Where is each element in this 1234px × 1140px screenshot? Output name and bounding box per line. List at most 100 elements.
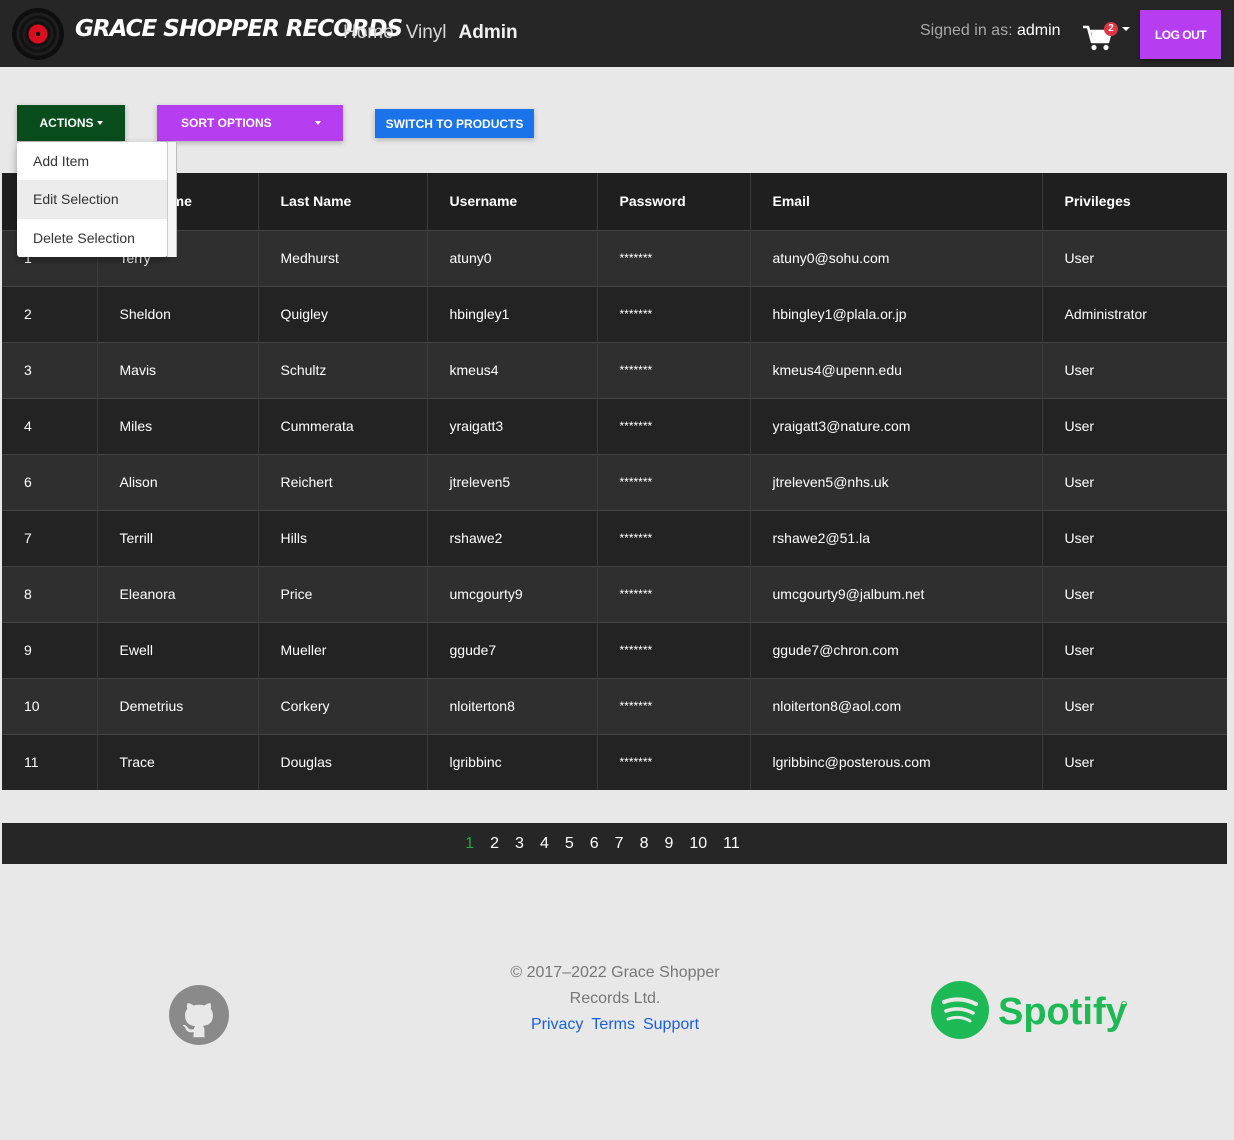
- cell-privileges: User: [1064, 474, 1095, 490]
- spotify-logo-icon[interactable]: Spotify: [930, 980, 1130, 1040]
- table-row[interactable]: 4 Miles Cummerata yraigatt3 ******* yrai…: [2, 398, 1227, 454]
- cell-last-name: Price: [258, 566, 428, 622]
- cell-email: yraigatt3@nature.com: [750, 398, 1043, 454]
- cart-dropdown-caret-icon[interactable]: [1122, 27, 1130, 31]
- cell-id: 3: [2, 342, 98, 398]
- sort-options-dropdown-button[interactable]: SORT OPTIONS: [157, 105, 343, 141]
- footer-link-privacy[interactable]: Privacy: [531, 1016, 583, 1034]
- cell-privileges: User: [1064, 530, 1095, 546]
- table-row[interactable]: 2 Sheldon Quigley hbingley1 ******* hbin…: [2, 286, 1227, 342]
- signed-in-label: Signed in as:: [920, 22, 1017, 39]
- nav-link-home[interactable]: Home: [343, 22, 394, 44]
- column-header-username[interactable]: Username: [427, 173, 598, 230]
- page-link[interactable]: 9: [661, 835, 676, 853]
- footer-link-support[interactable]: Support: [643, 1016, 699, 1034]
- table-row[interactable]: 10 Demetrius Corkery nloiterton8 *******…: [2, 678, 1227, 734]
- page-link[interactable]: 5: [562, 835, 577, 853]
- signed-in-username: admin: [1016, 22, 1061, 39]
- cell-privileges: User: [1064, 362, 1095, 378]
- page-link[interactable]: 7: [612, 835, 627, 853]
- cell-username: hbingley1: [427, 286, 598, 342]
- page-link[interactable]: 10: [686, 835, 710, 853]
- switch-to-products-button[interactable]: SWITCH TO PRODUCTS: [375, 109, 534, 138]
- page-link[interactable]: 2: [487, 835, 502, 853]
- logout-button[interactable]: LOG OUT: [1140, 10, 1221, 59]
- cell-id: 4: [2, 398, 98, 454]
- table-row[interactable]: 8 Eleanora Price umcgourty9 ******* umcg…: [2, 566, 1227, 622]
- cell-username: ggude7: [427, 622, 598, 678]
- pagination-bar: 1 2 3 4 5 6 7 8 9 10 11: [2, 823, 1227, 864]
- cell-password: *******: [597, 566, 751, 622]
- cell-username: jtreleven5: [427, 454, 598, 510]
- cell-first-name: Terrill: [97, 510, 259, 566]
- cell-username: nloiterton8: [427, 678, 598, 734]
- table-row[interactable]: 1 Terry Medhurst atuny0 ******* atuny0@s…: [2, 230, 1227, 286]
- column-header-email[interactable]: Email: [750, 173, 1043, 230]
- cell-password: *******: [597, 454, 751, 510]
- cell-email: jtreleven5@nhs.uk: [750, 454, 1043, 510]
- cell-id: 9: [2, 622, 98, 678]
- actions-dropdown-menu: Add Item Edit Selection Delete Selection: [17, 142, 168, 257]
- page-link[interactable]: 4: [537, 835, 552, 853]
- top-navbar: GRACE SHOPPER RECORDS Home Vinyl Admin S…: [0, 0, 1234, 67]
- cell-last-name: Quigley: [258, 286, 428, 342]
- github-icon[interactable]: [168, 984, 230, 1046]
- users-table-container: First Name Last Name Username Password E…: [2, 173, 1227, 790]
- nav-link-vinyl[interactable]: Vinyl: [406, 22, 447, 44]
- menu-item-edit-selection[interactable]: Edit Selection: [17, 180, 168, 219]
- nav-link-admin[interactable]: Admin: [459, 22, 518, 44]
- cell-privileges: User: [1064, 642, 1095, 658]
- dropdown-scrollbar[interactable]: [167, 142, 177, 257]
- cell-first-name: Eleanora: [97, 566, 259, 622]
- cell-username: atuny0: [427, 230, 598, 286]
- cell-password: *******: [597, 622, 751, 678]
- table-row[interactable]: 11 Trace Douglas lgribbinc ******* lgrib…: [2, 734, 1227, 790]
- table-row[interactable]: 7 Terrill Hills rshawe2 ******* rshawe2@…: [2, 510, 1227, 566]
- cell-last-name: Medhurst: [258, 230, 428, 286]
- table-row[interactable]: 6 Alison Reichert jtreleven5 ******* jtr…: [2, 454, 1227, 510]
- cell-first-name: Sheldon: [97, 286, 259, 342]
- cell-email: rshawe2@51.la: [750, 510, 1043, 566]
- cell-email: lgribbinc@posterous.com: [750, 734, 1043, 790]
- actions-label: ACTIONS: [39, 116, 94, 130]
- cell-email: nloiterton8@aol.com: [750, 678, 1043, 734]
- table-row[interactable]: 3 Mavis Schultz kmeus4 ******* kmeus4@up…: [2, 342, 1227, 398]
- sort-options-label: SORT OPTIONS: [181, 116, 272, 130]
- signed-in-status: Signed in as: admin: [920, 22, 1061, 40]
- cell-privileges: User: [1064, 698, 1095, 714]
- menu-item-add-item[interactable]: Add Item: [17, 142, 168, 180]
- cell-email: ggude7@chron.com: [750, 622, 1043, 678]
- page-link[interactable]: 6: [587, 835, 602, 853]
- table-row[interactable]: 9 Ewell Mueller ggude7 ******* ggude7@ch…: [2, 622, 1227, 678]
- cell-email: kmeus4@upenn.edu: [750, 342, 1043, 398]
- cell-first-name: Trace: [97, 734, 259, 790]
- page-link[interactable]: 11: [720, 835, 743, 853]
- menu-item-delete-selection[interactable]: Delete Selection: [17, 219, 168, 257]
- footer-link-terms[interactable]: Terms: [591, 1016, 635, 1034]
- cell-email: umcgourty9@jalbum.net: [750, 566, 1043, 622]
- page-link[interactable]: 8: [637, 835, 652, 853]
- cell-username: rshawe2: [427, 510, 598, 566]
- cell-password: *******: [597, 678, 751, 734]
- cell-privileges: Administrator: [1064, 306, 1147, 322]
- page-link-current[interactable]: 1: [462, 835, 477, 853]
- column-header-password[interactable]: Password: [597, 173, 751, 230]
- page-link[interactable]: 3: [512, 835, 527, 853]
- column-header-last-name[interactable]: Last Name: [258, 173, 428, 230]
- actions-dropdown-button[interactable]: ACTIONS: [17, 105, 125, 141]
- cell-password: *******: [597, 510, 751, 566]
- table-header-row: First Name Last Name Username Password E…: [2, 173, 1227, 230]
- vinyl-record-logo-icon[interactable]: [12, 8, 64, 60]
- cell-privileges: User: [1064, 250, 1095, 266]
- cell-username: kmeus4: [427, 342, 598, 398]
- cell-last-name: Reichert: [258, 454, 428, 510]
- cell-username: lgribbinc: [427, 734, 598, 790]
- cell-password: *******: [597, 398, 751, 454]
- cell-privileges: User: [1064, 586, 1095, 602]
- cell-last-name: Douglas: [258, 734, 428, 790]
- cell-password: *******: [597, 230, 751, 286]
- footer-links: Privacy Terms Support: [490, 1016, 740, 1034]
- cell-email: hbingley1@plala.or.jp: [750, 286, 1043, 342]
- cell-password: *******: [597, 342, 751, 398]
- column-header-privileges[interactable]: Privileges: [1042, 173, 1227, 230]
